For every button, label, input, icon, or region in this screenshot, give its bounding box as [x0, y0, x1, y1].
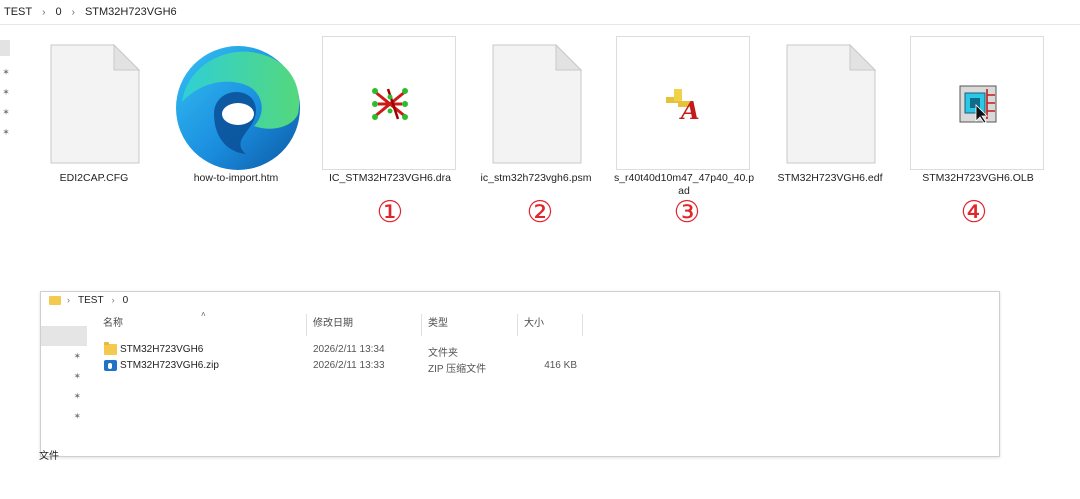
pin-icon[interactable]: ✶: [0, 102, 12, 122]
folder-icon: [104, 342, 117, 355]
row-name: STM32H723VGH6.zip: [120, 360, 219, 371]
breadcrumb-test[interactable]: TEST: [76, 295, 106, 306]
annotation-marker-2: ②: [526, 195, 554, 230]
pin-icon[interactable]: ✶: [41, 366, 87, 386]
navigation-pane: ✶ ✶ ✶ ✶: [41, 326, 87, 452]
row-type: 文件夹: [428, 348, 458, 359]
window-breadcrumb: › TEST › 0: [41, 292, 999, 308]
status-bar-text: 文件: [39, 451, 59, 462]
file-thumbnail: [322, 36, 456, 170]
column-divider[interactable]: [306, 314, 307, 336]
top-breadcrumb: TEST › 0 › STM32H723VGH6: [0, 0, 1080, 25]
padstack-editor-icon: A: [666, 89, 700, 123]
file-name: STM32H723VGH6.OLB: [922, 172, 1034, 184]
breadcrumb-separator-icon[interactable]: ›: [106, 295, 121, 305]
blank-document-icon: [50, 44, 140, 164]
pin-icon[interactable]: ✶: [0, 122, 12, 142]
folder-icon: [49, 295, 61, 305]
column-divider[interactable]: [582, 314, 583, 336]
row-date: 2026/2/11 13:34: [313, 344, 385, 355]
annotation-marker-4: ④: [960, 195, 988, 230]
blank-document-icon: [492, 44, 582, 164]
nav-selected-item[interactable]: [0, 40, 10, 56]
row-date: 2026/2/11 13:33: [313, 360, 385, 371]
breadcrumb-separator-icon[interactable]: ›: [66, 7, 81, 18]
file-tile-how-to-import[interactable]: how-to-import.htm: [166, 36, 306, 226]
breadcrumb-test[interactable]: TEST: [0, 6, 36, 18]
annotation-marker-1: ①: [376, 195, 404, 230]
pin-icon[interactable]: ✶: [41, 346, 87, 366]
pin-icon[interactable]: ✶: [41, 386, 87, 406]
file-tile-edi2cap[interactable]: EDI2CAP.CFG: [24, 36, 164, 226]
file-name: STM32H723VGH6.edf: [777, 172, 883, 184]
breadcrumb-separator-icon[interactable]: ›: [67, 295, 76, 305]
pin-icon[interactable]: ✶: [0, 62, 12, 82]
file-thumbnail: [910, 36, 1044, 170]
nav-selected-item[interactable]: [41, 326, 87, 346]
file-name: ic_stm32h723vgh6.psm: [480, 172, 592, 184]
column-header-size[interactable]: 大小: [524, 314, 544, 329]
edge-browser-icon: [176, 46, 300, 170]
breadcrumb-0[interactable]: 0: [51, 6, 65, 18]
column-header-date[interactable]: 修改日期: [313, 314, 353, 329]
table-row[interactable]: STM32H723VGH6.zip 2026/2/11 13:33 ZIP 压缩…: [103, 358, 803, 375]
table-row[interactable]: STM32H723VGH6 2026/2/11 13:34 文件夹: [103, 342, 803, 359]
file-thumbnail: A: [616, 36, 750, 170]
zip-archive-icon: [104, 360, 117, 371]
column-divider[interactable]: [421, 314, 422, 336]
file-name: how-to-import.htm: [193, 172, 279, 184]
sort-ascending-icon: ˄: [201, 310, 206, 319]
blank-document-icon: [786, 44, 876, 164]
column-divider[interactable]: [517, 314, 518, 336]
explorer-window: › TEST › 0 ✶ ✶ ✶ ✶ ˄ 名称 修改日期 类型 大小 STM32…: [39, 291, 1000, 462]
breadcrumb-stm32h723vgh6[interactable]: STM32H723VGH6: [81, 6, 181, 18]
breadcrumb-separator-icon[interactable]: ›: [36, 7, 51, 18]
breadcrumb-0[interactable]: 0: [121, 295, 131, 306]
row-size: 416 KB: [544, 360, 577, 371]
file-tile-edf[interactable]: STM32H723VGH6.edf: [760, 36, 900, 226]
pin-icon[interactable]: ✶: [0, 82, 12, 102]
column-header-name[interactable]: 名称: [103, 314, 123, 329]
top-nav-pane: ✶ ✶ ✶ ✶: [0, 40, 12, 150]
file-name: EDI2CAP.CFG: [59, 172, 129, 184]
row-type: ZIP 压缩文件: [428, 364, 487, 375]
row-name: STM32H723VGH6: [120, 344, 204, 355]
svg-text:A: A: [679, 96, 700, 123]
allegro-drawing-icon: [372, 88, 408, 120]
file-name: IC_STM32H723VGH6.dra: [329, 172, 451, 184]
annotation-marker-3: ③: [673, 195, 701, 230]
capture-library-icon: [959, 85, 997, 123]
pin-icon[interactable]: ✶: [41, 406, 87, 426]
column-header-type[interactable]: 类型: [428, 314, 448, 329]
